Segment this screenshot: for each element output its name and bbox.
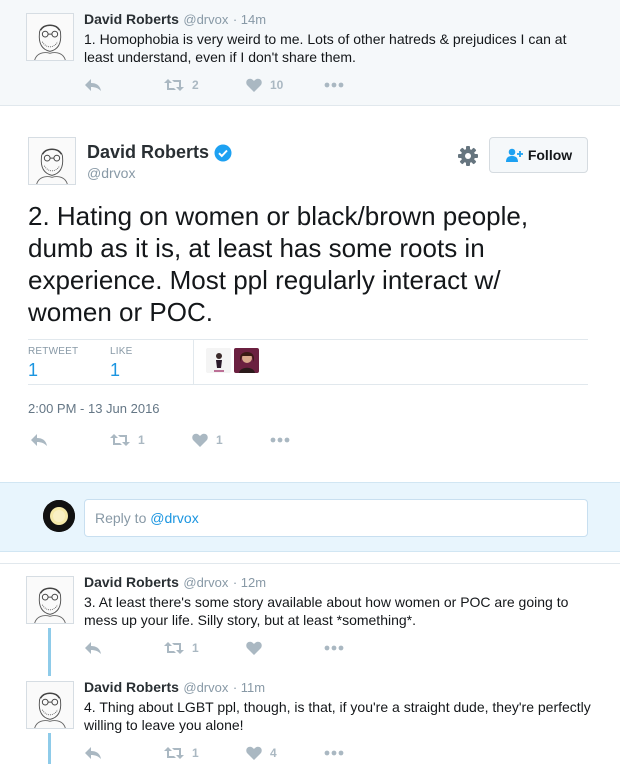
add-user-icon	[505, 148, 523, 162]
thread-connector	[48, 733, 51, 764]
reply-icon	[85, 642, 101, 654]
permalink-tweet: David Roberts @drvox Follow 2. Hating on	[0, 106, 620, 482]
heart-icon	[246, 78, 262, 92]
follow-label: Follow	[527, 147, 573, 163]
like-button[interactable]: 4	[246, 746, 277, 760]
engager-avatars	[206, 348, 262, 373]
heart-icon	[246, 746, 262, 760]
reply-icon	[31, 434, 47, 446]
like-count: 10	[270, 78, 284, 92]
retweet-button[interactable]: 1	[164, 746, 199, 760]
avatar[interactable]	[26, 576, 74, 624]
retweet-icon	[164, 747, 184, 759]
person-icon	[234, 348, 259, 373]
author-name[interactable]: David Roberts	[84, 11, 179, 27]
retweet-icon	[110, 434, 130, 446]
retweet-count: 1	[138, 433, 145, 447]
reply-button[interactable]	[30, 433, 48, 447]
author-name[interactable]: David Roberts	[87, 142, 209, 163]
avatar-sketch-icon	[29, 138, 75, 184]
retweet-icon	[164, 642, 184, 654]
tweet-timestamp[interactable]: 2:00 PM - 13 Jun 2016	[28, 401, 160, 416]
retweet-count: 1	[192, 641, 199, 655]
avatar-sketch-icon	[27, 577, 73, 623]
retweet-count: 1	[192, 746, 199, 760]
tweet-stats: RETWEET 1 LIKE 1	[28, 339, 588, 385]
more-button[interactable]	[270, 437, 290, 443]
current-user-avatar[interactable]	[43, 500, 75, 532]
more-dots-icon	[324, 645, 344, 651]
tweet-text: 1. Homophobia is very weird to me. Lots …	[84, 31, 567, 65]
like-count: 4	[270, 746, 277, 760]
retweet-icon	[164, 79, 184, 91]
replies-list: David Roberts @drvox · 12m 3. At least t…	[0, 563, 620, 764]
reply-placeholder: Reply to	[95, 510, 151, 526]
reply-icon	[85, 79, 101, 91]
record-avatar-icon	[43, 500, 75, 532]
stats-divider	[193, 340, 194, 384]
avatar-sketch-icon	[27, 682, 73, 728]
like-stat-label: LIKE	[110, 346, 133, 357]
avatar[interactable]	[26, 681, 74, 729]
reply-input[interactable]: Reply to @drvox	[84, 499, 588, 537]
avatar-sketch-icon	[27, 14, 73, 60]
more-button[interactable]	[324, 82, 344, 88]
retweet-button[interactable]: 1	[164, 641, 199, 655]
engager-avatar[interactable]	[234, 348, 259, 373]
more-dots-icon	[324, 82, 344, 88]
like-button[interactable]	[246, 641, 270, 655]
retweet-count: 2	[192, 78, 199, 92]
author-name-row[interactable]: David Roberts	[87, 142, 232, 163]
author-name[interactable]: David Roberts	[84, 574, 179, 590]
author-handle[interactable]: @drvox	[87, 165, 135, 181]
follow-button[interactable]: Follow	[489, 137, 588, 173]
like-count: 1	[216, 433, 223, 447]
like-button[interactable]: 10	[246, 78, 283, 92]
like-button[interactable]: 1	[192, 433, 223, 447]
tweet-text: 2. Hating on women or black/brown people…	[28, 201, 529, 327]
more-button[interactable]	[324, 645, 344, 651]
reply-button[interactable]	[84, 746, 102, 760]
reply-box: Reply to @drvox	[0, 482, 620, 552]
heart-icon	[192, 433, 208, 447]
tweet-text: 4. Thing about LGBT ppl, though, is that…	[84, 699, 591, 733]
retweet-button[interactable]: 1	[110, 433, 145, 447]
like-stat-count[interactable]: 1	[110, 360, 120, 381]
more-button[interactable]	[324, 750, 344, 756]
author-name[interactable]: David Roberts	[84, 679, 179, 695]
author-handle[interactable]: @drvox	[183, 575, 228, 590]
gear-icon[interactable]	[457, 145, 479, 167]
reply-mention: @drvox	[150, 510, 199, 526]
verified-badge-icon	[214, 144, 232, 161]
author-handle[interactable]: @drvox	[183, 12, 228, 27]
retweet-stat-label: RETWEET	[28, 346, 79, 357]
ancestor-tweet[interactable]: David Roberts @drvox · 14m 1. Homophobia…	[0, 0, 620, 106]
tweet-time[interactable]: · 12m	[233, 575, 266, 590]
more-dots-icon	[270, 437, 290, 443]
retweet-button[interactable]: 2	[164, 78, 199, 92]
avatar[interactable]	[28, 137, 76, 185]
avatar[interactable]	[26, 13, 74, 61]
person-icon	[206, 348, 231, 373]
reply-button[interactable]	[84, 78, 102, 92]
author-handle[interactable]: @drvox	[183, 680, 228, 695]
retweet-stat-count[interactable]: 1	[28, 360, 38, 381]
tweet-text: 3. At least there's some story available…	[84, 594, 569, 628]
tweet-time[interactable]: · 14m	[233, 12, 266, 27]
more-dots-icon	[324, 750, 344, 756]
reply-icon	[85, 747, 101, 759]
heart-icon	[246, 641, 262, 655]
engager-avatar[interactable]	[206, 348, 231, 373]
tweet-time[interactable]: · 11m	[233, 680, 265, 695]
reply-button[interactable]	[84, 641, 102, 655]
reply-tweet[interactable]: David Roberts @drvox · 11m 4. Thing abou…	[0, 669, 620, 764]
reply-tweet[interactable]: David Roberts @drvox · 12m 3. At least t…	[0, 564, 620, 676]
